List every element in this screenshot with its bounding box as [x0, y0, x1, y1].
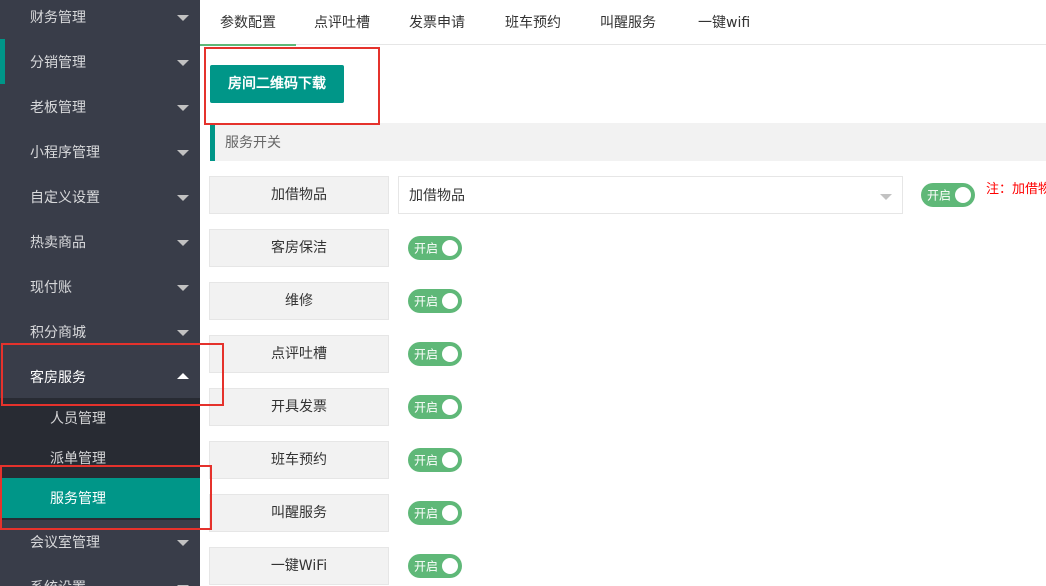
nav-label: 自定义设置: [30, 189, 100, 206]
tab-one-click-wifi[interactable]: 一键wifi: [698, 0, 750, 45]
switch-text: 开启: [414, 559, 439, 574]
nav-item-cash-account[interactable]: 现付账: [0, 264, 200, 309]
chevron-up-icon: [177, 372, 189, 379]
submenu-label: 人员管理: [50, 411, 106, 427]
borrow-items-note: 注：加借物: [986, 182, 1046, 197]
nav-item-finance[interactable]: 财务管理: [0, 0, 200, 39]
nav-label: 现付账: [30, 279, 72, 296]
housekeeping-label: 客房保洁: [209, 229, 389, 267]
chevron-down-icon: [177, 14, 189, 21]
shuttle-label: 班车预约: [209, 441, 389, 479]
nav-label: 财务管理: [30, 9, 86, 26]
submenu-room-service: 人员管理 派单管理 服务管理: [0, 398, 200, 520]
switch-knob: [442, 505, 458, 521]
tab-review-complaints[interactable]: 点评吐槽: [314, 0, 370, 45]
switch-knob: [442, 346, 458, 362]
switch-knob: [442, 452, 458, 468]
switch-text: 开启: [414, 453, 439, 468]
select-value: 加借物品: [409, 188, 465, 204]
switch-knob: [442, 293, 458, 309]
switch-knob: [955, 187, 971, 203]
nav-label: 小程序管理: [30, 144, 100, 161]
submenu-label: 服务管理: [50, 491, 106, 507]
chevron-down-icon: [177, 194, 189, 201]
tab-shuttle-booking[interactable]: 班车预约: [505, 0, 561, 45]
nav-item-room-service[interactable]: 客房服务: [0, 354, 200, 399]
shuttle-switch[interactable]: 开启: [408, 448, 462, 472]
nav-item-system-settings[interactable]: 系统设置: [0, 564, 200, 586]
chevron-down-icon: [177, 239, 189, 246]
nav-item-miniprogram[interactable]: 小程序管理: [0, 129, 200, 174]
section-header: 服务开关: [210, 123, 1046, 161]
review-complaints-switch[interactable]: 开启: [408, 342, 462, 366]
nav-label: 老板管理: [30, 99, 86, 116]
submenu-item-dispatch[interactable]: 派单管理: [0, 438, 200, 478]
nav-label: 系统设置: [30, 577, 86, 586]
nav-label: 会议室管理: [30, 534, 100, 551]
switch-text: 开启: [414, 294, 439, 309]
borrow-items-label: 加借物品: [209, 176, 389, 214]
nav-item-points-mall[interactable]: 积分商城: [0, 309, 200, 354]
nav-label: 分销管理: [30, 54, 86, 71]
chevron-down-icon: [177, 104, 189, 111]
nav-label: 客房服务: [30, 369, 86, 386]
tab-wakeup-service[interactable]: 叫醒服务: [600, 0, 656, 45]
wifi-label: 一键WiFi: [209, 547, 389, 585]
tab-parameter-config[interactable]: 参数配置: [200, 0, 296, 46]
switch-knob: [442, 558, 458, 574]
chevron-down-icon: [177, 284, 189, 291]
switch-text: 开启: [414, 400, 439, 415]
nav-item-custom-settings[interactable]: 自定义设置: [0, 174, 200, 219]
repair-label: 维修: [209, 282, 389, 320]
borrow-items-select[interactable]: 加借物品: [398, 176, 903, 214]
invoice-label: 开具发票: [209, 388, 389, 426]
nav-label: 热卖商品: [30, 234, 86, 251]
chevron-down-icon: [177, 59, 189, 66]
switch-text: 开启: [927, 188, 952, 203]
nav-item-hot-products[interactable]: 热卖商品: [0, 219, 200, 264]
tab-invoice-request[interactable]: 发票申请: [409, 0, 465, 45]
switch-knob: [442, 399, 458, 415]
review-complaints-label: 点评吐槽: [209, 335, 389, 373]
wakeup-switch[interactable]: 开启: [408, 501, 462, 525]
switch-text: 开启: [414, 347, 439, 362]
repair-switch[interactable]: 开启: [408, 289, 462, 313]
wakeup-label: 叫醒服务: [209, 494, 389, 532]
switch-text: 开启: [414, 506, 439, 521]
chevron-down-icon: [880, 194, 892, 200]
sidebar: 财务管理 分销管理 老板管理 小程序管理 自定义设置 热卖商品 现付账 积分商城…: [0, 0, 200, 586]
nav-item-meeting-room[interactable]: 会议室管理: [0, 519, 200, 564]
submenu-item-service-management[interactable]: 服务管理: [0, 478, 200, 518]
chevron-down-icon: [177, 329, 189, 336]
room-qrcode-download-button[interactable]: 房间二维码下载: [210, 65, 344, 103]
nav-label: 积分商城: [30, 324, 86, 341]
borrow-items-switch[interactable]: 开启: [921, 183, 975, 207]
housekeeping-switch[interactable]: 开启: [408, 236, 462, 260]
invoice-switch[interactable]: 开启: [408, 395, 462, 419]
tab-bar: 参数配置 点评吐槽 发票申请 班车预约 叫醒服务 一键wifi: [200, 0, 1046, 46]
chevron-down-icon: [177, 149, 189, 156]
switch-knob: [442, 240, 458, 256]
wifi-switch[interactable]: 开启: [408, 554, 462, 578]
chevron-down-icon: [177, 539, 189, 546]
section-title: 服务开关: [225, 135, 281, 151]
submenu-label: 派单管理: [50, 451, 106, 467]
nav-item-boss[interactable]: 老板管理: [0, 84, 200, 129]
switch-text: 开启: [414, 241, 439, 256]
submenu-item-staff[interactable]: 人员管理: [0, 398, 200, 438]
nav-item-distribution[interactable]: 分销管理: [0, 39, 200, 84]
